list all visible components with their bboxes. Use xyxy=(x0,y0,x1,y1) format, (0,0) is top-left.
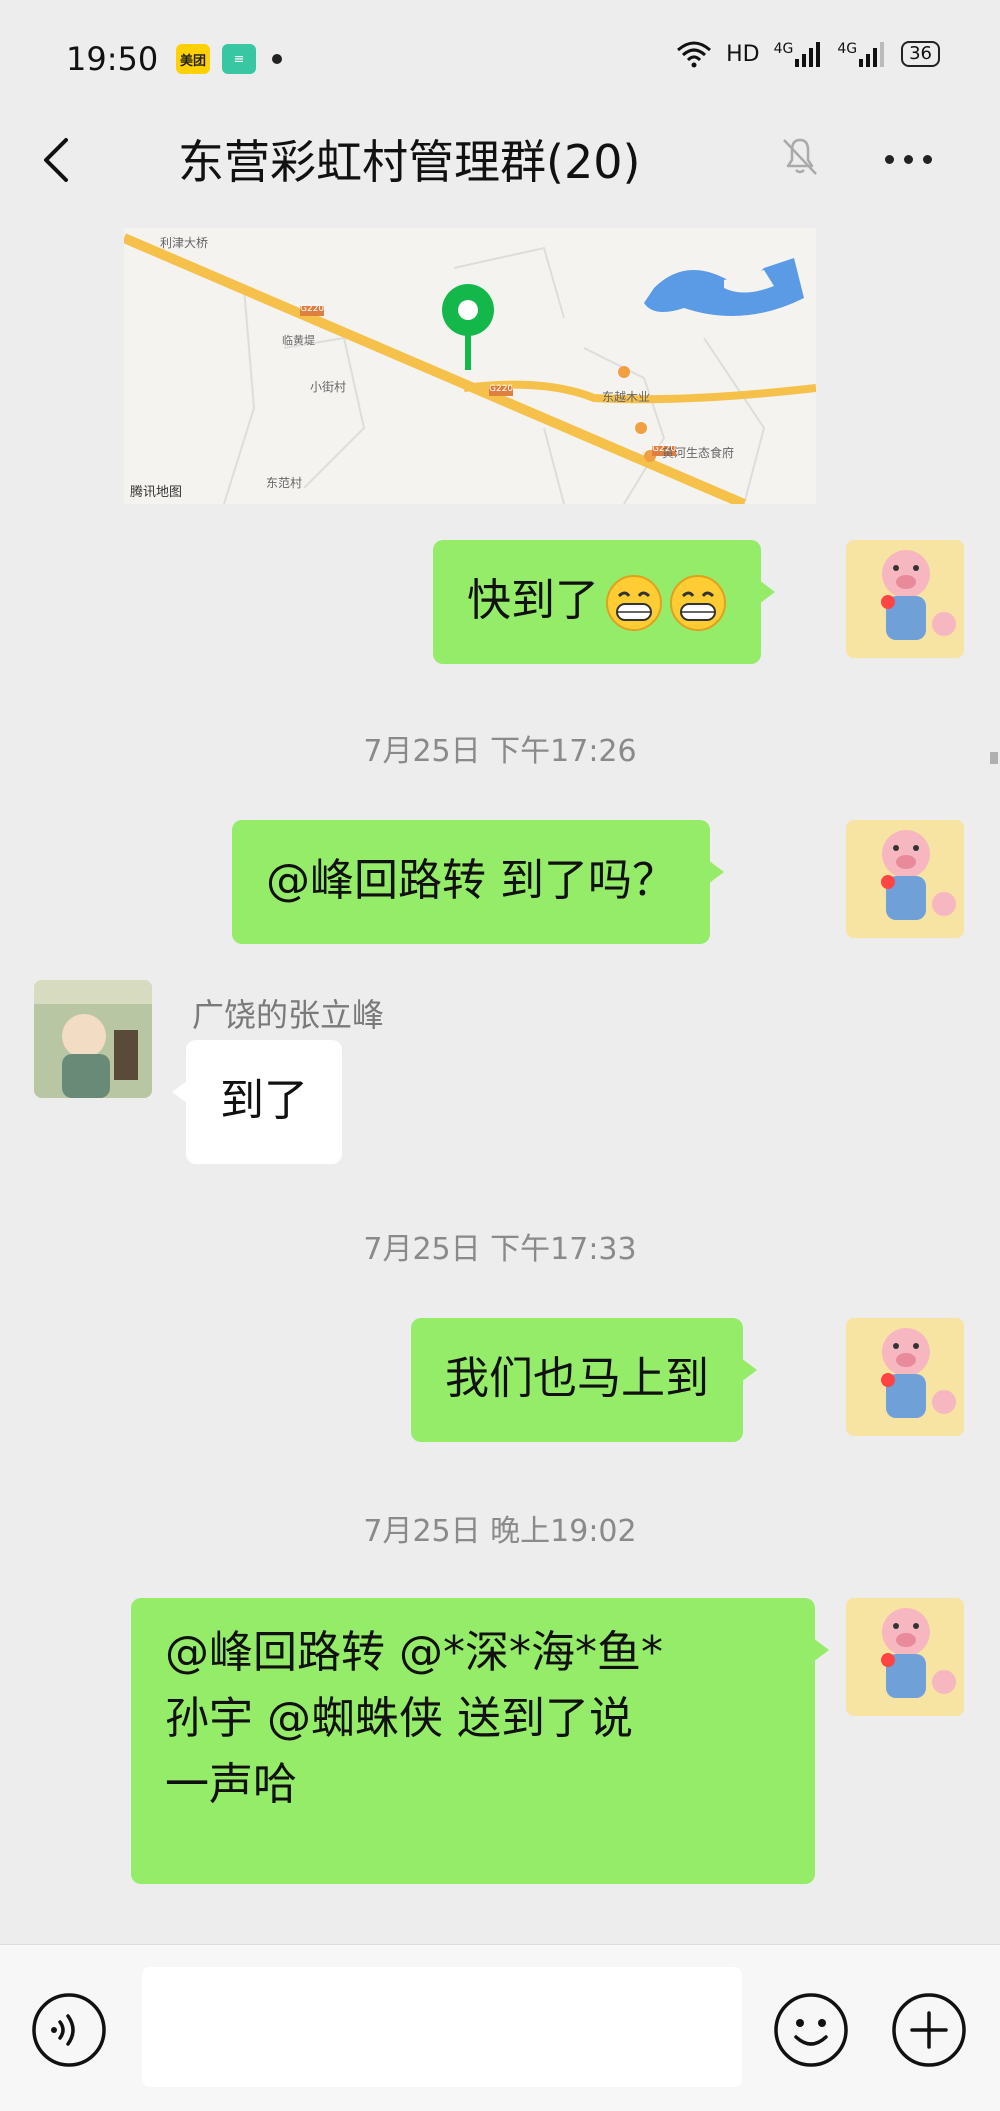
map-label: G220 xyxy=(300,304,325,314)
message-text: @峰回路转 到了吗？ xyxy=(266,855,676,906)
baby-avatar-icon xyxy=(34,980,152,1098)
signal-icon-2: 4G xyxy=(837,41,887,67)
map-brand-label: 腾讯地图 xyxy=(130,485,183,500)
message-bubble-mine[interactable]: @峰回路转 到了吗？ xyxy=(232,820,724,944)
avatar-mine[interactable] xyxy=(846,820,964,938)
map-label: 利津大桥 xyxy=(160,236,209,250)
back-icon[interactable] xyxy=(34,132,84,188)
input-bar xyxy=(0,1944,1000,2111)
chat-header: 东营彩虹村管理群(20) xyxy=(0,120,1000,200)
message-text-line: @峰回路转 @*深*海*鱼* xyxy=(165,1627,663,1678)
message-text: 我们也马上到 xyxy=(445,1353,709,1404)
message-timestamp: 7月25日 下午17:33 xyxy=(363,1232,637,1267)
mute-bell-icon xyxy=(783,138,817,175)
more-dot-icon xyxy=(904,154,913,164)
message-timestamp: 7月25日 下午17:26 xyxy=(363,734,637,769)
pig-avatar-icon xyxy=(846,820,964,938)
grin-emoji-icon xyxy=(670,575,726,631)
battery-icon: 36 xyxy=(901,41,940,67)
notification-dot-icon xyxy=(272,54,282,64)
wifi-icon xyxy=(677,41,712,68)
message-text-line: 一声哈 xyxy=(165,1759,297,1810)
emoji-icon[interactable] xyxy=(772,1991,850,2069)
sender-name: 广饶的张立峰 xyxy=(192,996,385,1034)
pig-avatar-icon xyxy=(846,1598,964,1716)
more-dot-icon xyxy=(885,154,894,164)
location-map-card[interactable]: 利津大桥 G220 小街村 临黄堤 G220 东越木业 黄河生态食府 G220 … xyxy=(124,228,816,504)
avatar-mine[interactable] xyxy=(846,1318,964,1436)
scrollbar-thumb[interactable] xyxy=(990,752,998,764)
meituan-app-icon: 美团 xyxy=(176,44,210,74)
message-bubble-mine[interactable]: 我们也马上到 xyxy=(411,1318,757,1442)
avatar-other[interactable] xyxy=(34,980,152,1098)
status-bar: 19:50 美团 ≡ HD 4G 4G 36 xyxy=(0,0,1000,120)
system-icons: HD 4G 4G 36 xyxy=(676,40,940,68)
map-label: G220 xyxy=(489,384,514,394)
chat-title: 东营彩虹村管理群(20) xyxy=(178,135,641,189)
pig-avatar-icon xyxy=(846,1318,964,1436)
avatar-mine[interactable] xyxy=(846,1598,964,1716)
message-text-line: 孙宇 @蜘蛛侠 送到了说 xyxy=(165,1693,633,1744)
more-dot-icon xyxy=(923,154,932,164)
message-input[interactable] xyxy=(142,1967,742,2087)
grin-emoji-icon xyxy=(606,575,662,631)
message-bubble-mine[interactable]: @峰回路转 @*深*海*鱼* 孙宇 @蜘蛛侠 送到了说 一声哈 xyxy=(131,1598,829,1884)
map-label: 临黄堤 xyxy=(282,334,315,347)
notification-app-icon: ≡ xyxy=(222,44,256,74)
pig-avatar-icon xyxy=(846,540,964,658)
message-bubble-other[interactable]: 到了 xyxy=(172,1040,342,1164)
hd-label: HD xyxy=(726,41,760,67)
signal-icon-1: 4G xyxy=(774,41,824,67)
map-label: 东越木业 xyxy=(602,390,651,404)
map-label: G220 xyxy=(652,444,677,454)
status-time: 19:50 xyxy=(66,40,159,78)
message-bubble-mine[interactable]: 快到了 xyxy=(433,540,775,664)
message-text: 快到了 xyxy=(467,575,599,626)
voice-input-icon[interactable] xyxy=(30,1991,108,2069)
map-label: 东范村 xyxy=(266,476,303,490)
plus-icon[interactable] xyxy=(890,1991,968,2069)
map-label: 小街村 xyxy=(310,380,347,394)
map-image xyxy=(124,228,816,504)
avatar-mine[interactable] xyxy=(846,540,964,658)
more-options-button[interactable] xyxy=(885,144,945,174)
message-text: 到了 xyxy=(220,1075,308,1126)
message-timestamp: 7月25日 晚上19:02 xyxy=(363,1514,637,1549)
